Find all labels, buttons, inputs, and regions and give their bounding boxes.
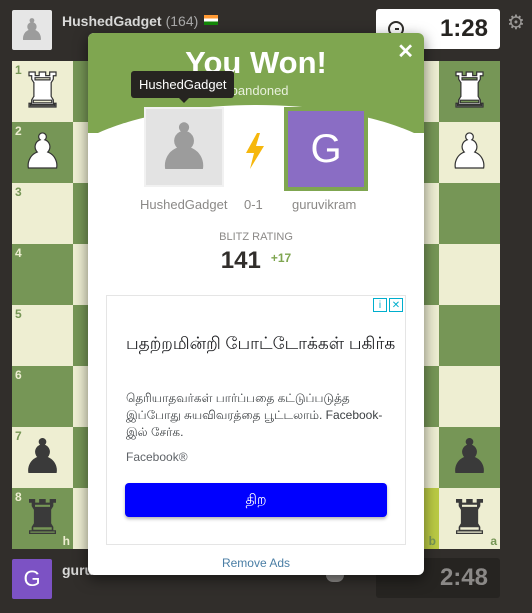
board-square[interactable]: ♟ bbox=[439, 427, 500, 488]
game-screen: ♟ HushedGadget (164) 1:28 ⚙ 1 ♜ ♜ 2 ♟ ♟ 3 bbox=[0, 0, 532, 613]
ad-choices[interactable]: i ✕ bbox=[373, 298, 403, 312]
pawn-avatar-icon: ♟ bbox=[155, 111, 213, 183]
file-label: h bbox=[62, 534, 70, 548]
board-square[interactable]: 7 ♟ bbox=[12, 427, 73, 488]
india-flag-icon bbox=[204, 15, 219, 25]
rating-delta: +17 bbox=[270, 251, 292, 265]
top-player-info[interactable]: HushedGadget (164) bbox=[62, 13, 219, 29]
rank-label: 3 bbox=[15, 185, 22, 199]
board-square[interactable]: ♜ bbox=[439, 61, 500, 122]
black-rook-piece[interactable]: ♜ bbox=[21, 494, 64, 543]
board-square[interactable] bbox=[439, 366, 500, 427]
player2-name[interactable]: guruvikram bbox=[292, 197, 356, 212]
rank-label: 4 bbox=[15, 246, 22, 260]
player-name-tooltip: HushedGadget bbox=[131, 71, 235, 103]
pawn-avatar-icon: ♟ bbox=[18, 13, 46, 47]
board-square[interactable]: 1 ♜ bbox=[12, 61, 73, 122]
remove-ads-link[interactable]: Remove Ads bbox=[88, 556, 424, 570]
ad-banner[interactable]: i ✕ பதற்றமின்றி போட்டோக்கள் பகிர்க தெரிய… bbox=[106, 295, 406, 545]
ad-headline[interactable]: பதற்றமின்றி போட்டோக்கள் பகிர்க bbox=[126, 332, 396, 355]
black-pawn-piece[interactable]: ♟ bbox=[448, 433, 491, 482]
white-pawn-piece[interactable]: ♟ bbox=[20, 127, 64, 176]
rating-label: BLITZ RATING bbox=[219, 231, 293, 243]
rating-value: 141 bbox=[220, 247, 261, 274]
board-square[interactable] bbox=[439, 305, 500, 366]
gear-icon[interactable]: ⚙ bbox=[507, 10, 525, 35]
board-square[interactable]: 8 ♜ h bbox=[12, 488, 73, 549]
rating-row: 141 +17 bbox=[88, 247, 424, 275]
board-square[interactable]: 3 bbox=[12, 183, 73, 244]
ad-info-icon[interactable]: i bbox=[373, 298, 387, 312]
ad-source: Facebook® bbox=[126, 450, 188, 464]
ad-body: தெரியாதவர்கள் பார்ப்பதை கட்டுப்படுத்த இப… bbox=[126, 391, 383, 439]
board-square[interactable]: ♜ a bbox=[439, 488, 500, 549]
game-over-modal: You Won! abandoned ✕ HushedGadget ♟ G Hu… bbox=[88, 33, 424, 575]
opponent-avatar[interactable]: ♟ bbox=[12, 10, 52, 50]
board-square[interactable]: 5 bbox=[12, 305, 73, 366]
winner-avatar[interactable]: ♟ bbox=[144, 107, 224, 187]
board-square[interactable]: 2 ♟ bbox=[12, 122, 73, 183]
board-square[interactable]: 4 bbox=[12, 244, 73, 305]
white-pawn-piece[interactable]: ♟ bbox=[447, 127, 491, 176]
board-square[interactable] bbox=[439, 183, 500, 244]
player1-name[interactable]: HushedGadget bbox=[140, 197, 227, 212]
top-clock-time: 1:28 bbox=[439, 15, 488, 42]
board-square[interactable] bbox=[439, 244, 500, 305]
rank-label: 5 bbox=[15, 307, 22, 321]
black-rook-piece[interactable]: ♜ bbox=[448, 494, 491, 543]
board-square[interactable]: 6 bbox=[12, 366, 73, 427]
player-avatar[interactable]: G bbox=[12, 559, 52, 599]
lightning-bolt-icon bbox=[246, 133, 264, 169]
opponent-result-avatar[interactable]: G bbox=[284, 107, 368, 191]
top-player-rating: (164) bbox=[165, 13, 199, 29]
file-label: a bbox=[490, 534, 497, 548]
opponent-initial: G bbox=[310, 126, 342, 171]
ad-open-button[interactable]: திற bbox=[125, 483, 387, 517]
black-pawn-piece[interactable]: ♟ bbox=[21, 433, 64, 482]
player-avatar-initial: G bbox=[23, 566, 41, 591]
game-score: 0-1 bbox=[244, 197, 263, 212]
file-label: b bbox=[428, 534, 436, 548]
white-rook-piece[interactable]: ♜ bbox=[20, 66, 64, 115]
white-rook-piece[interactable]: ♜ bbox=[447, 66, 491, 115]
ad-close-icon[interactable]: ✕ bbox=[389, 298, 403, 312]
bottom-clock-time: 2:48 bbox=[439, 564, 488, 591]
rank-label: 6 bbox=[15, 368, 22, 382]
top-player-name[interactable]: HushedGadget bbox=[62, 13, 162, 29]
close-icon[interactable]: ✕ bbox=[397, 39, 414, 64]
board-square[interactable]: ♟ bbox=[439, 122, 500, 183]
